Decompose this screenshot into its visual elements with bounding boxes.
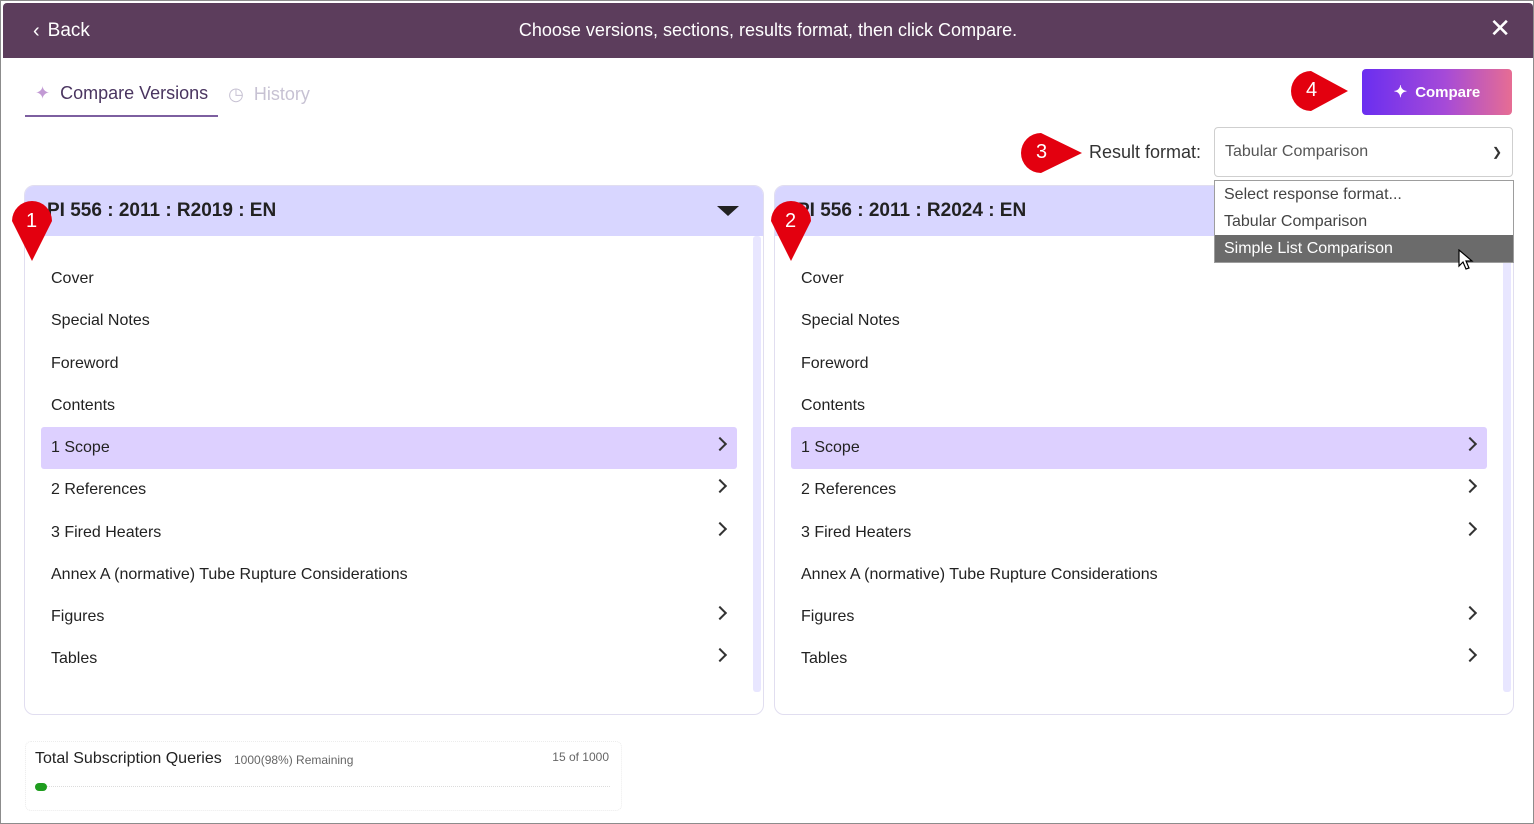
section-list: Cover Special Notes Foreword Contents 1 Scop… — [25, 236, 763, 714]
section-item[interactable]: Annex A (normative) Tube Rupture Conside… — [791, 554, 1487, 596]
chevron-right-icon[interactable] — [1462, 436, 1478, 452]
usage-title: Total Subscription Queries — [35, 750, 222, 767]
section-label: Contents — [51, 397, 116, 414]
section-label: 2 References — [51, 481, 147, 498]
section-label: Foreword — [51, 355, 119, 372]
section-item[interactable]: 3 Fired Heaters — [791, 512, 1487, 554]
section-label: Tables — [801, 650, 848, 667]
result-format-label: Result format: — [1089, 142, 1202, 162]
section-item[interactable]: 1 Scope — [41, 427, 737, 469]
section-label: Annex A (normative) Tube Rupture Conside… — [801, 566, 1158, 583]
usage-progress-fill — [35, 783, 47, 791]
chevron-right-icon[interactable] — [1462, 521, 1478, 537]
result-format-select[interactable]: Tabular Comparison ❯ — [1214, 127, 1513, 177]
chevron-right-icon[interactable] — [712, 436, 728, 452]
tab-bar: ✦ Compare Versions ◷ History — [25, 71, 320, 117]
section-item[interactable]: 1 Scope — [791, 427, 1487, 469]
section-label: Special Notes — [51, 312, 150, 329]
header-bar: ‹ Back Choose versions, sections, result… — [3, 3, 1533, 58]
section-item[interactable]: Foreword — [41, 343, 737, 385]
section-item[interactable]: Special Notes — [791, 300, 1487, 342]
section-label: Special Notes — [801, 312, 900, 329]
section-item[interactable]: 3 Fired Heaters — [41, 512, 737, 554]
close-icon[interactable]: ✕ — [1489, 15, 1511, 41]
tab-label: History — [253, 83, 310, 104]
sparkle-icon: ✦ — [1393, 84, 1408, 101]
right-version-panel: PI 556 : 2011 : R2024 : EN Cover Special … — [774, 185, 1514, 715]
section-label: 3 Fired Heaters — [51, 524, 162, 541]
subscription-usage-card: Total Subscription Queries 1000(98%) Rem… — [25, 741, 622, 811]
chevron-right-icon[interactable] — [712, 605, 728, 621]
section-item[interactable]: 2 References — [791, 469, 1487, 511]
section-item[interactable]: 2 References — [41, 469, 737, 511]
compare-button[interactable]: ✦ Compare — [1362, 69, 1512, 115]
step-marker-1: 1 — [11, 199, 57, 261]
mouse-cursor-icon — [1458, 249, 1474, 270]
usage-count: 15 of 1000 — [552, 750, 609, 764]
dropdown-option[interactable]: Tabular Comparison — [1215, 208, 1513, 235]
app-window: ‹ Back Choose versions, sections, result… — [0, 0, 1534, 824]
chevron-right-icon[interactable] — [712, 521, 728, 537]
tab-label: Compare Versions — [60, 82, 209, 103]
sparkle-icon: ✦ — [35, 82, 51, 103]
section-label: 2 References — [801, 481, 897, 498]
section-label: Annex A (normative) Tube Rupture Conside… — [51, 566, 408, 583]
section-item[interactable]: Special Notes — [41, 300, 737, 342]
section-item[interactable]: Figures — [41, 596, 737, 638]
section-item[interactable]: Cover — [41, 258, 737, 300]
step-marker-4: 4 — [1290, 70, 1348, 116]
chevron-down-icon: ❯ — [1491, 145, 1502, 159]
left-version-panel: PI 556 : 2011 : R2019 : EN Cover Special … — [24, 185, 764, 715]
version-title: PI 556 : 2011 : R2019 : EN — [47, 200, 277, 221]
chevron-right-icon[interactable] — [1462, 647, 1478, 663]
section-item[interactable]: Annex A (normative) Tube Rupture Conside… — [41, 554, 737, 596]
section-label: Tables — [51, 650, 98, 667]
compare-label: Compare — [1415, 83, 1481, 101]
section-label: 1 Scope — [51, 439, 110, 456]
section-label: Contents — [801, 397, 866, 414]
section-label: Figures — [51, 608, 105, 625]
section-item[interactable]: Tables — [791, 638, 1487, 680]
usage-progress-track — [35, 786, 610, 790]
section-item[interactable]: Foreword — [791, 343, 1487, 385]
chevron-right-icon[interactable] — [712, 647, 728, 663]
section-label: 3 Fired Heaters — [801, 524, 912, 541]
section-item[interactable]: Contents — [41, 385, 737, 427]
dropdown-option[interactable]: Select response format... — [1215, 181, 1513, 208]
tab-history[interactable]: ◷ History — [218, 71, 320, 117]
section-label: Foreword — [801, 355, 869, 372]
caret-down-icon[interactable] — [717, 206, 739, 216]
section-item[interactable]: Cover — [791, 258, 1487, 300]
tab-compare-versions[interactable]: ✦ Compare Versions — [25, 71, 219, 117]
section-label: Figures — [801, 608, 855, 625]
section-label: Cover — [51, 270, 94, 287]
chevron-right-icon[interactable] — [1462, 605, 1478, 621]
left-version-selector[interactable]: PI 556 : 2011 : R2019 : EN — [25, 186, 763, 236]
section-list: Cover Special Notes Foreword Contents 1 Scop… — [775, 236, 1513, 714]
clock-icon: ◷ — [228, 83, 244, 104]
header-title: Choose versions, sections, results forma… — [518, 20, 1018, 40]
section-label: Cover — [801, 270, 844, 287]
step-marker-3: 3 — [1020, 132, 1082, 178]
section-item[interactable]: Tables — [41, 638, 737, 680]
select-value: Tabular Comparison — [1225, 143, 1369, 160]
step-marker-2: 2 — [770, 199, 816, 261]
section-item[interactable]: Contents — [791, 385, 1487, 427]
chevron-right-icon[interactable] — [712, 478, 728, 494]
section-label: 1 Scope — [801, 439, 860, 456]
version-title: PI 556 : 2011 : R2024 : EN — [797, 200, 1027, 221]
section-item[interactable]: Figures — [791, 596, 1487, 638]
chevron-right-icon[interactable] — [1462, 478, 1478, 494]
usage-remaining: 1000(98%) Remaining — [234, 753, 354, 767]
